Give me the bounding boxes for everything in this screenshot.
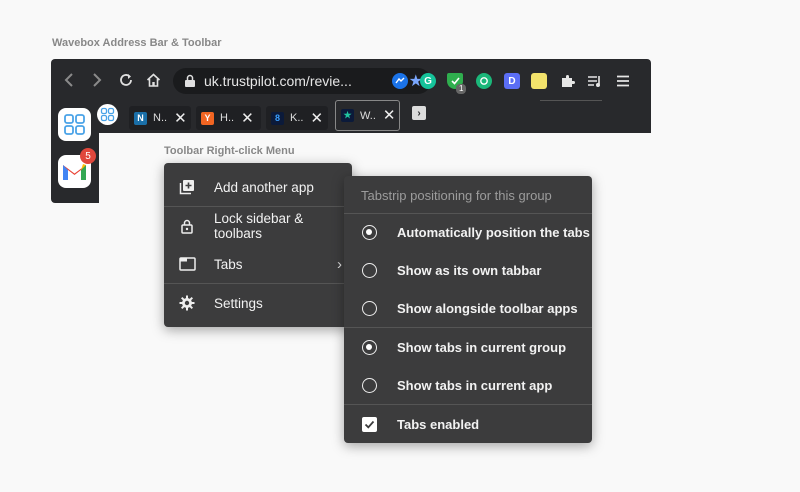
radio-selected[interactable]	[362, 339, 377, 355]
toolbar: uk.trustpilot.com/revie... ★ G 1 D	[51, 59, 651, 101]
toolbar-divider	[540, 100, 602, 101]
tab-1[interactable]: N N.. ✕	[129, 106, 191, 130]
option-current-app[interactable]: Show tabs in current app	[344, 366, 592, 404]
tab-favicon: Y	[201, 111, 214, 125]
option-auto-position[interactable]: Automatically position the tabs	[344, 213, 592, 251]
notes-extension-icon[interactable]	[531, 73, 547, 89]
tab-label: N..	[153, 112, 168, 124]
option-label: Show as its own tabbar	[397, 262, 542, 278]
right-click-caption: Toolbar Right-click Menu	[164, 145, 295, 157]
address-bar-caption: Wavebox Address Bar & Toolbar	[52, 37, 222, 49]
group-switcher-icon[interactable]	[97, 104, 118, 125]
tabstrip-submenu: Tabstrip positioning for this group Auto…	[344, 176, 592, 443]
tab-4-active[interactable]: ★ W.. ✕	[335, 100, 400, 131]
add-app-icon	[178, 178, 196, 196]
gear-icon	[178, 294, 196, 312]
home-icon[interactable]	[143, 70, 163, 90]
refresh-extension-icon[interactable]	[476, 73, 492, 89]
back-icon[interactable]	[59, 70, 79, 90]
option-tabs-enabled[interactable]: Tabs enabled	[344, 405, 592, 443]
option-label: Show alongside toolbar apps	[397, 300, 578, 316]
tab-overflow-icon[interactable]: ›	[412, 106, 426, 120]
close-icon[interactable]: ✕	[310, 111, 323, 126]
messenger-extension-icon[interactable]	[392, 73, 408, 89]
d-extension-icon[interactable]: D	[504, 73, 520, 89]
gmail-unread-badge: 5	[80, 148, 96, 164]
option-label: Show tabs in current app	[397, 377, 553, 393]
menu-item-settings[interactable]: Settings	[164, 284, 352, 322]
url-text: uk.trustpilot.com/revie...	[204, 73, 352, 89]
tab-label: H..	[220, 112, 235, 124]
app-launcher-icon[interactable]	[58, 108, 91, 141]
close-icon[interactable]: ✕	[174, 111, 187, 126]
radio-unselected[interactable]	[362, 377, 377, 393]
radio-unselected[interactable]	[362, 300, 377, 316]
option-label: Tabs enabled	[397, 416, 480, 432]
menu-item-add-app[interactable]: Add another app	[164, 168, 352, 206]
tab-label: W..	[360, 109, 376, 122]
chevron-right-icon: ›	[337, 255, 342, 273]
menu-item-label: Lock sidebar & toolbars	[214, 211, 304, 241]
submenu-heading: Tabstrip positioning for this group	[361, 188, 552, 203]
close-icon[interactable]: ✕	[383, 108, 396, 123]
tab-label: K..	[290, 112, 304, 124]
radio-unselected[interactable]	[362, 262, 377, 278]
menu-item-label: Settings	[214, 295, 263, 311]
option-own-tabbar[interactable]: Show as its own tabbar	[344, 251, 592, 289]
lock-icon	[185, 74, 195, 87]
grammarly-extension-icon[interactable]: G	[420, 73, 436, 89]
checkbox-checked[interactable]	[362, 416, 377, 432]
tab-favicon: ★	[341, 109, 354, 122]
media-queue-icon[interactable]	[585, 71, 605, 91]
forward-icon[interactable]	[87, 70, 107, 90]
tab-3[interactable]: 8 K.. ✕	[266, 106, 328, 130]
menu-item-label: Tabs	[214, 256, 243, 272]
menu-item-lock[interactable]: Lock sidebar & toolbars	[164, 207, 352, 245]
menu-item-label: Add another app	[214, 179, 314, 195]
option-alongside-toolbar[interactable]: Show alongside toolbar apps	[344, 289, 592, 327]
option-label: Automatically position the tabs	[397, 224, 590, 240]
reload-icon[interactable]	[116, 70, 136, 90]
toolbar-context-menu: Add another app Lock sidebar & toolbars …	[164, 163, 352, 327]
puzzle-icon[interactable]	[557, 71, 577, 91]
menu-icon[interactable]	[613, 71, 633, 91]
radio-selected[interactable]	[362, 224, 377, 240]
lock-icon	[178, 217, 196, 235]
extension-badge: 1	[456, 84, 467, 94]
tab-favicon: N	[134, 111, 147, 125]
option-current-group[interactable]: Show tabs in current group	[344, 328, 592, 366]
close-icon[interactable]: ✕	[241, 111, 254, 126]
tab-icon	[178, 255, 196, 273]
menu-item-tabs[interactable]: Tabs ›	[164, 245, 352, 283]
option-label: Show tabs in current group	[397, 339, 567, 355]
tab-2[interactable]: Y H.. ✕	[196, 106, 261, 130]
tab-favicon: 8	[271, 111, 284, 125]
